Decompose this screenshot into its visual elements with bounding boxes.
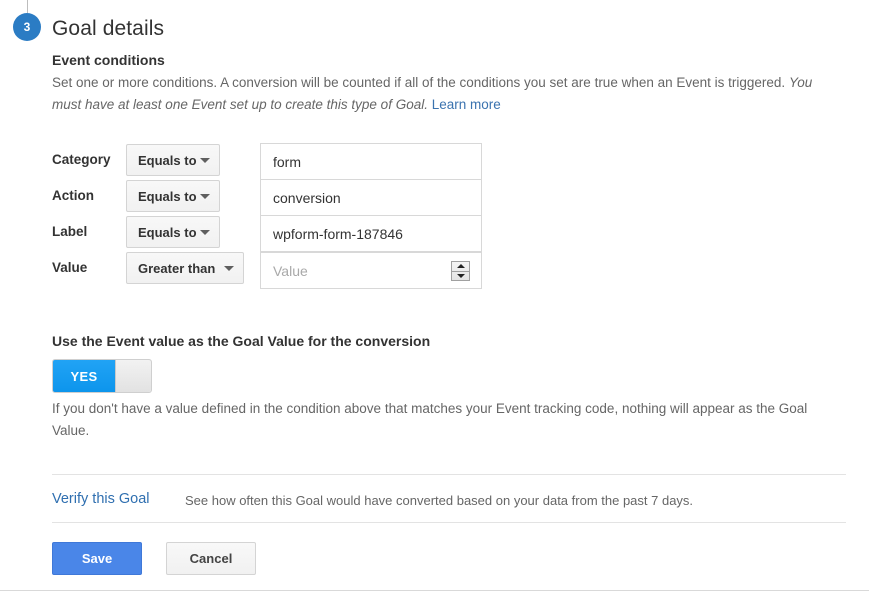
match-type-select-action[interactable]: Equals to <box>126 180 220 212</box>
event-value-help-text: If you don't have a value defined in the… <box>52 401 808 438</box>
stepper-down-button[interactable] <box>452 272 469 281</box>
chevron-down-icon <box>224 265 234 271</box>
save-button[interactable]: Save <box>52 542 142 575</box>
condition-input-value-wrap <box>260 252 482 289</box>
chevron-down-icon <box>200 229 210 235</box>
divider-below-verify <box>52 522 846 523</box>
chevron-down-icon <box>200 157 210 163</box>
value-stepper[interactable] <box>451 261 470 281</box>
page-title: Goal details <box>52 17 165 40</box>
verify-this-goal-link[interactable]: Verify this Goal <box>52 491 150 507</box>
toggle-knob <box>115 360 151 392</box>
learn-more-link[interactable]: Learn more <box>432 97 501 112</box>
condition-value-inputs <box>260 143 482 289</box>
match-type-select-value[interactable]: Greater than <box>126 252 244 284</box>
condition-label-action: Action <box>52 188 94 203</box>
event-value-toggle[interactable]: YES <box>52 359 152 393</box>
match-type-value-category: Equals to <box>138 152 197 168</box>
condition-input-value[interactable] <box>260 252 482 289</box>
match-type-value-action: Equals to <box>138 188 197 204</box>
condition-input-label[interactable] <box>260 215 482 252</box>
match-type-select-category[interactable]: Equals to <box>126 144 220 176</box>
section-description: Set one or more conditions. A conversion… <box>52 72 842 116</box>
event-value-heading: Use the Event value as the Goal Value fo… <box>52 333 431 349</box>
condition-label-value: Value <box>52 260 88 275</box>
chevron-down-icon <box>200 193 210 199</box>
triangle-up-icon <box>456 264 465 269</box>
divider-above-verify <box>52 474 846 475</box>
condition-input-action[interactable] <box>260 179 482 216</box>
step-number-badge: 3 <box>13 13 41 41</box>
condition-label-label: Label <box>52 224 88 239</box>
toggle-on-label: YES <box>53 360 115 392</box>
section-heading-event-conditions: Event conditions <box>52 52 165 68</box>
stepper-up-button[interactable] <box>452 262 469 272</box>
verify-description: See how often this Goal would have conve… <box>185 493 694 508</box>
match-type-value-label: Equals to <box>138 224 197 240</box>
cancel-button[interactable]: Cancel <box>166 542 256 575</box>
match-type-select-label[interactable]: Equals to <box>126 216 220 248</box>
triangle-down-icon <box>456 273 465 278</box>
match-type-value-value: Greater than <box>138 260 216 276</box>
section-description-text: Set one or more conditions. A conversion… <box>52 75 789 90</box>
condition-label-category: Category <box>52 152 111 167</box>
footer-divider <box>0 590 869 591</box>
condition-input-category[interactable] <box>260 143 482 180</box>
step-connector-line <box>27 0 28 13</box>
